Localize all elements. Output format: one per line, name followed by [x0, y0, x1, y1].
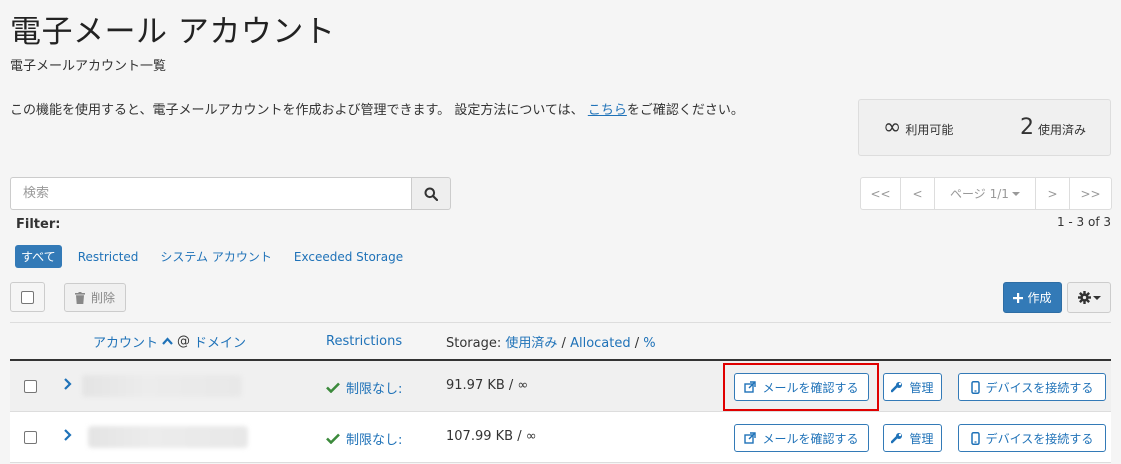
storage-separator: /: [634, 335, 640, 351]
used-label: 使用済み: [1037, 123, 1086, 137]
check-icon: [326, 382, 340, 393]
plus-icon: [1013, 292, 1024, 303]
search-button[interactable]: [411, 177, 451, 210]
sort-storage-percent[interactable]: %: [643, 336, 655, 351]
delete-button[interactable]: 削除: [64, 283, 127, 312]
prev-page-button[interactable]: <: [901, 178, 935, 209]
connect-devices-label: デバイスを接続する: [985, 380, 1094, 395]
caret-down-icon: [1011, 191, 1020, 196]
check-email-button[interactable]: メールを確認する: [734, 424, 869, 452]
caret-down-icon: [1092, 295, 1101, 300]
wrench-icon: [891, 433, 903, 444]
check-email-label: メールを確認する: [762, 380, 859, 395]
create-label: 作成: [1027, 291, 1052, 305]
storage-separator: /: [561, 335, 566, 351]
account-name-redacted: [88, 426, 248, 448]
help-link[interactable]: こちら: [588, 103, 627, 118]
check-email-label: メールを確認する: [762, 431, 859, 446]
stat-used: 2 使用済み: [1020, 115, 1086, 140]
column-restrictions: Restrictions: [326, 334, 402, 349]
restriction-text[interactable]: 制限なし:: [346, 378, 402, 397]
connect-devices-button[interactable]: デバイスを接続する: [958, 373, 1106, 401]
filter-restricted[interactable]: Restricted: [72, 247, 145, 267]
available-label: 利用可能: [905, 123, 954, 137]
filter-exceeded-storage[interactable]: Exceeded Storage: [288, 247, 409, 267]
page-label: ページ 1/1: [950, 187, 1009, 201]
page-select[interactable]: ページ 1/1: [935, 178, 1036, 209]
row-checkbox[interactable]: [24, 380, 37, 393]
mobile-icon: [970, 380, 980, 394]
account-stats: ∞ 利用可能 2 使用済み: [858, 99, 1111, 156]
restriction-status: 制限なし:: [326, 429, 402, 448]
mobile-icon: [970, 431, 980, 445]
search-icon: [424, 187, 438, 201]
storage-usage: 91.97 KB / ∞: [446, 378, 529, 393]
column-storage: Storage: 使用済み / Allocated / %: [446, 332, 656, 351]
connect-devices-button[interactable]: デバイスを接続する: [958, 424, 1106, 452]
connect-devices-label: デバイスを接続する: [985, 431, 1094, 446]
restriction-text[interactable]: 制限なし:: [346, 429, 402, 448]
chevron-right-icon[interactable]: [63, 428, 72, 442]
gear-icon: [1077, 291, 1091, 304]
trash-icon: [75, 291, 85, 304]
restriction-status: 制限なし:: [326, 378, 402, 397]
manage-label: 管理: [909, 380, 934, 395]
sort-storage-used[interactable]: 使用済み: [505, 336, 557, 351]
external-link-icon: [744, 381, 757, 393]
pagination: << < ページ 1/1 > >>: [860, 177, 1112, 210]
intro-text-before: この機能を使用すると、電子メールアカウントを作成および管理できます。 設定方法に…: [10, 103, 584, 118]
page-title: 電子メール アカウント: [10, 14, 336, 50]
table-row: 制限なし: 91.97 KB / ∞ メールを確認する 管理 デバイスを接続する: [10, 361, 1111, 412]
intro-text-after: をご確認ください。: [626, 103, 744, 118]
select-all-checkbox[interactable]: [21, 290, 34, 304]
chevron-right-icon[interactable]: [63, 377, 72, 391]
sort-account[interactable]: アカウント: [93, 332, 158, 351]
check-icon: [326, 433, 340, 444]
filter-all[interactable]: すべて: [15, 245, 62, 268]
first-page-button[interactable]: <<: [861, 178, 901, 209]
wrench-icon: [891, 382, 903, 393]
external-link-icon: [744, 432, 757, 444]
manage-button[interactable]: 管理: [883, 373, 942, 401]
storage-prefix: Storage:: [446, 335, 502, 351]
stat-available: ∞ 利用可能: [883, 115, 953, 140]
available-value: ∞: [883, 115, 902, 140]
used-value: 2: [1019, 115, 1034, 140]
column-account-domain: アカウント @ ドメイン: [93, 332, 246, 351]
create-button[interactable]: 作成: [1003, 282, 1062, 313]
email-accounts-page: 電子メール アカウント 電子メールアカウント一覧 この機能を使用すると、電子メー…: [0, 0, 1121, 464]
sort-domain[interactable]: ドメイン: [194, 332, 246, 351]
manage-label: 管理: [909, 431, 934, 446]
chevron-up-icon: [162, 337, 173, 345]
delete-label: 削除: [91, 291, 116, 305]
row-checkbox[interactable]: [24, 431, 37, 444]
account-name-redacted: [82, 375, 242, 397]
filter-system-account[interactable]: システム アカウント: [154, 245, 277, 268]
search-input[interactable]: [10, 177, 411, 210]
storage-usage: 107.99 KB / ∞: [446, 429, 537, 444]
last-page-button[interactable]: >>: [1070, 178, 1111, 209]
table-header: アカウント @ ドメイン Restrictions Storage: 使用済み …: [10, 323, 1111, 361]
at-sign: @: [177, 333, 191, 349]
result-range: 1 - 3 of 3: [1056, 215, 1111, 229]
settings-button[interactable]: [1067, 282, 1111, 313]
sort-storage-allocated[interactable]: Allocated: [570, 336, 631, 351]
check-email-button[interactable]: メールを確認する: [734, 373, 869, 401]
table-row: 制限なし: 107.99 KB / ∞ メールを確認する 管理 デバイスを接続す…: [10, 412, 1111, 463]
sort-restrictions[interactable]: Restrictions: [326, 334, 402, 349]
select-all-button[interactable]: [10, 282, 45, 312]
filter-label: Filter:: [16, 217, 61, 232]
next-page-button[interactable]: >: [1036, 178, 1070, 209]
search-bar: [10, 177, 451, 210]
page-subtitle: 電子メールアカウント一覧: [10, 59, 167, 74]
intro-text: この機能を使用すると、電子メールアカウントを作成および管理できます。 設定方法に…: [10, 99, 744, 118]
manage-button[interactable]: 管理: [883, 424, 942, 452]
accounts-table: アカウント @ ドメイン Restrictions Storage: 使用済み …: [10, 322, 1111, 463]
filter-options: すべて Restricted システム アカウント Exceeded Stora…: [15, 245, 419, 268]
